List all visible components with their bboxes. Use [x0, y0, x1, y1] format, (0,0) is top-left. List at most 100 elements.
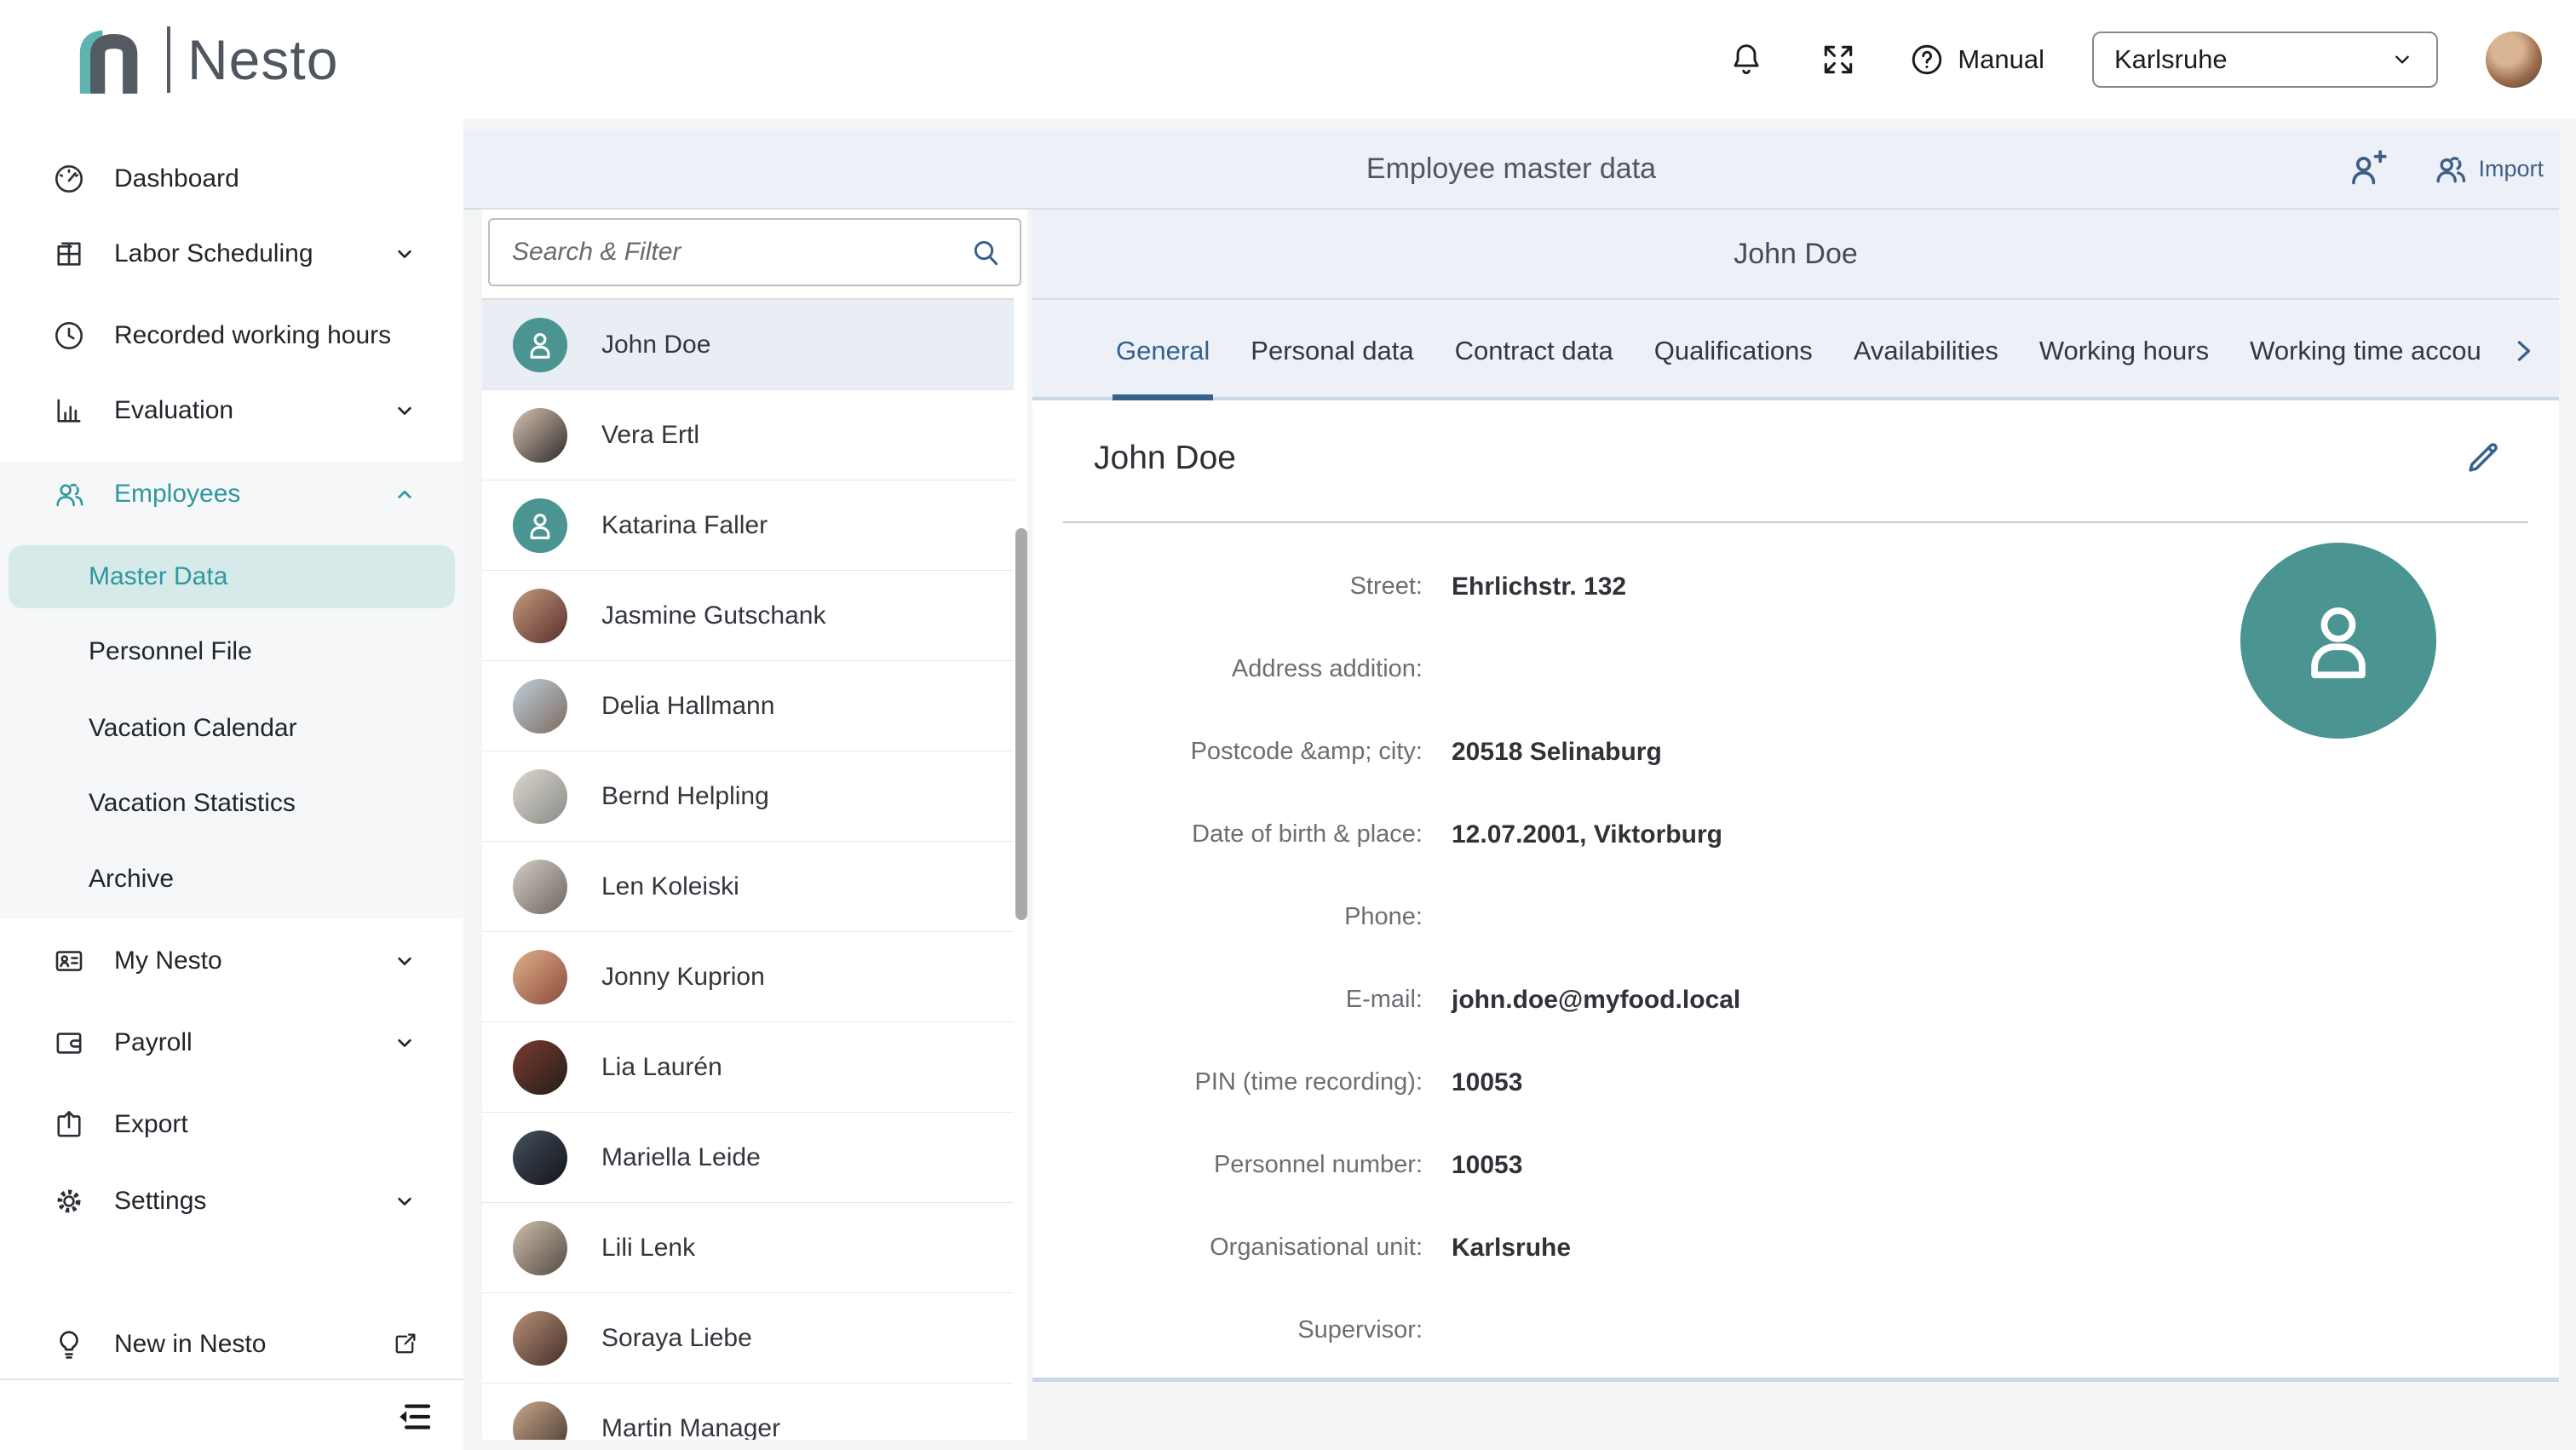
tab-label: General	[1116, 336, 1210, 366]
field-label: E-mail:	[1032, 986, 1423, 1014]
sidebar-item-payroll[interactable]: Payroll	[0, 1005, 463, 1080]
sidebar-subitem-master-data[interactable]: Master Data	[9, 545, 455, 608]
employee-list-item[interactable]: John Doe	[482, 300, 1014, 390]
field-label: Date of birth & place:	[1032, 820, 1423, 849]
tab-personal-data[interactable]: Personal data	[1230, 302, 1434, 400]
notifications-button[interactable]	[1724, 37, 1768, 82]
field-value: Karlsruhe	[1452, 1234, 1571, 1263]
employee-list-item[interactable]: Len Koleiski	[482, 842, 1014, 932]
sidebar-subitem-archive[interactable]: Archive	[0, 842, 463, 917]
employee-avatar	[513, 318, 567, 372]
manual-label: Manual	[1958, 44, 2044, 75]
fullscreen-icon	[1820, 41, 1857, 78]
tab-working-time-accou[interactable]: Working time accou	[2229, 302, 2491, 400]
field-value: 20518 Selinaburg	[1452, 738, 1662, 767]
sidebar-item-dashboard[interactable]: Dashboard	[0, 141, 463, 216]
tab-contract-data[interactable]: Contract data	[1435, 302, 1634, 400]
employee-avatar	[513, 1401, 567, 1441]
detail-field-row: Date of birth & place: 12.07.2001, Viktor…	[1032, 793, 2559, 876]
tab-availabilities[interactable]: Availabilities	[1833, 302, 2019, 400]
tab-label: Personal data	[1251, 336, 1413, 366]
detail-card: John Doe Street:Ehrlichstr. 132Address a…	[1032, 400, 2559, 1382]
sidebar-item-export[interactable]: Export	[0, 1087, 463, 1162]
field-label: Organisational unit:	[1032, 1234, 1423, 1262]
location-select[interactable]: Karlsruhe	[2092, 32, 2438, 88]
list-scrollbar-thumb[interactable]	[1015, 528, 1027, 920]
gear-icon	[51, 1183, 87, 1219]
employee-list-item[interactable]: Lili Lenk	[482, 1203, 1014, 1293]
nesto-logo-icon	[72, 17, 150, 102]
tabs-strip: General Personal data Contract dataQualifi…	[1095, 302, 2491, 400]
employee-name: Bernd Helpling	[601, 782, 769, 811]
sidebar-item-recorded-working-hours[interactable]: Recorded working hours	[0, 298, 463, 373]
add-employee-button[interactable]	[2345, 147, 2389, 191]
employee-name: Vera Ertl	[601, 421, 699, 450]
employee-list-item[interactable]: Jasmine Gutschank	[482, 571, 1014, 661]
sidebar-collapse-button[interactable]	[390, 1394, 436, 1440]
person-add-icon	[2345, 147, 2389, 191]
employee-list-item[interactable]: Soraya Liebe	[482, 1293, 1014, 1384]
sidebar-subitem-vacation-statistics[interactable]: Vacation Statistics	[0, 766, 463, 841]
employee-list-item[interactable]: Bernd Helpling	[482, 751, 1014, 842]
nesto-logo[interactable]: Nesto	[72, 0, 338, 119]
detail-tabs-row: General Personal data Contract dataQualifi…	[1032, 302, 2559, 400]
employee-name: Jasmine Gutschank	[601, 601, 825, 630]
person-icon	[2286, 588, 2391, 693]
bar-chart-icon	[51, 393, 87, 429]
sidebar-item-my-nesto[interactable]: My Nesto	[0, 924, 463, 998]
field-value: 10053	[1452, 1151, 1522, 1180]
detail-field-row: Personnel number:10053	[1032, 1124, 2559, 1206]
labor-scheduling-icon	[51, 236, 87, 272]
employee-list-item[interactable]: Mariella Leide	[482, 1113, 1014, 1203]
employee-avatar	[513, 408, 567, 463]
tab-general[interactable]: General	[1095, 302, 1230, 400]
search-input[interactable]	[488, 218, 1021, 286]
detail-card-divider	[1063, 521, 2528, 523]
sidebar-item-labor-scheduling[interactable]: Labor Scheduling	[0, 216, 463, 291]
employee-list-item[interactable]: Jonny Kuprion	[482, 932, 1014, 1022]
tab-label: Working time accou	[2250, 336, 2481, 366]
chevron-down-icon	[390, 396, 419, 425]
employee-name: Martin Manager	[601, 1414, 780, 1441]
detail-field-row: Organisational unit: Karlsruhe	[1032, 1206, 2559, 1289]
selected-employee-title: John Doe	[1734, 238, 1858, 271]
sidebar-item-new-in-nesto[interactable]: New in Nesto	[0, 1307, 463, 1382]
logo-divider	[167, 26, 170, 93]
employee-photo-placeholder	[2240, 543, 2436, 739]
sidebar-subitem-personnel-file[interactable]: Personnel File	[0, 614, 463, 689]
fullscreen-button[interactable]	[1816, 37, 1860, 82]
sidebar: Dashboard Labor Scheduling Recorded work…	[0, 119, 463, 1450]
employee-avatar	[513, 1221, 567, 1275]
employee-avatar	[513, 769, 567, 824]
sidebar-item-evaluation[interactable]: Evaluation	[0, 373, 463, 448]
tab-qualifications[interactable]: Qualifications	[1634, 302, 1833, 400]
chevron-down-icon	[390, 1028, 419, 1057]
import-button[interactable]: Import	[2430, 148, 2544, 189]
field-value: Ehrlichstr. 132	[1452, 573, 1626, 601]
field-value: 12.07.2001, Viktorburg	[1452, 820, 1722, 849]
top-header: Nesto Manual	[0, 0, 2576, 119]
field-label: Street:	[1032, 573, 1423, 601]
employee-list-item[interactable]: Martin Manager	[482, 1384, 1014, 1440]
employee-list-item[interactable]: Vera Ertl	[482, 390, 1014, 480]
edit-pencil-icon[interactable]	[2460, 436, 2504, 480]
sidebar-subitem-vacation-calendar[interactable]: Vacation Calendar	[0, 691, 463, 766]
employee-list-item[interactable]: Delia Hallmann	[482, 661, 1014, 751]
person-icon	[521, 326, 559, 364]
chevron-down-icon	[2389, 46, 2416, 73]
detail-field-row: PIN (time recording):10053	[1032, 1041, 2559, 1124]
employee-avatar	[513, 950, 567, 1004]
sidebar-item-employees[interactable]: Employees	[0, 457, 463, 532]
employee-list-item[interactable]: Katarina Faller	[482, 480, 1014, 571]
people-icon	[51, 476, 87, 512]
employee-name: John Doe	[601, 331, 710, 360]
employee-name: Mariella Leide	[601, 1143, 761, 1172]
employee-list-item[interactable]: Lia Laurén	[482, 1022, 1014, 1113]
collapse-sidebar-icon	[390, 1394, 436, 1440]
detail-heading: John Doe	[1094, 440, 1236, 477]
user-avatar[interactable]	[2486, 32, 2542, 88]
sidebar-item-settings[interactable]: Settings	[0, 1164, 463, 1239]
tab-working-hours[interactable]: Working hours	[2019, 302, 2229, 400]
tabs-scroll-right-icon[interactable]	[2504, 332, 2542, 370]
manual-button[interactable]: Manual	[1908, 41, 2044, 78]
